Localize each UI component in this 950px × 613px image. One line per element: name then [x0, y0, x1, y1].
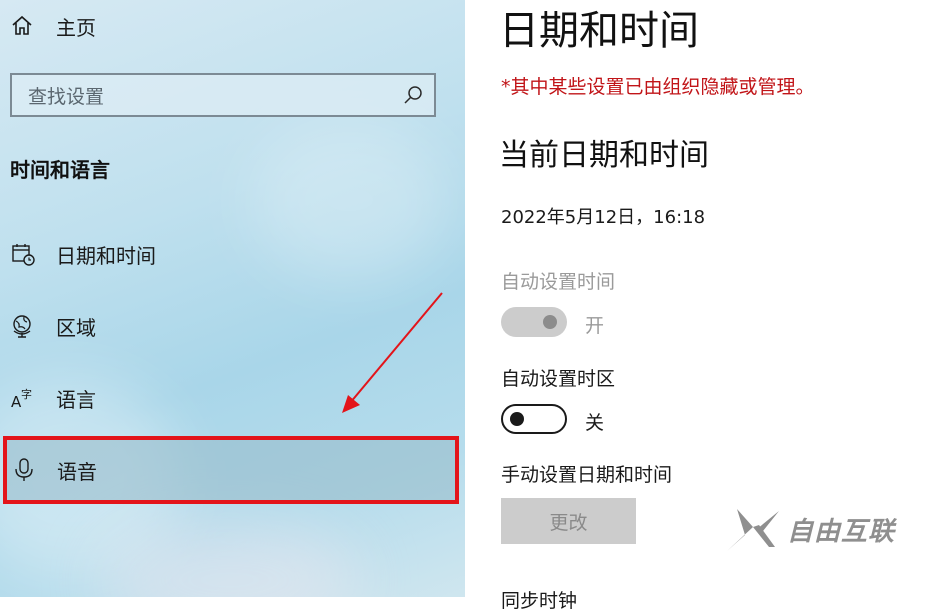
auto-time-label: 自动设置时间: [501, 271, 616, 293]
auto-time-toggle[interactable]: [501, 307, 567, 337]
svg-text:字: 字: [21, 387, 32, 401]
watermark-text: 自由互联: [787, 516, 896, 547]
sidebar-item-label: 区域: [56, 315, 96, 340]
auto-timezone-toggle[interactable]: [501, 404, 567, 434]
current-datetime-heading: 当前日期和时间: [499, 138, 709, 173]
calendar-clock-icon: [12, 244, 35, 266]
annotation-arrow: [342, 292, 443, 413]
toggle-knob: [510, 412, 524, 426]
sidebar-item-label: 语音: [57, 459, 97, 484]
page-title: 日期和时间: [499, 8, 699, 54]
sidebar-item-label: 日期和时间: [56, 243, 156, 268]
globe-region-icon: [13, 315, 31, 338]
manual-datetime-label: 手动设置日期和时间: [501, 464, 673, 486]
sync-clock-label: 同步时钟: [501, 590, 578, 612]
sidebar-item-date-time[interactable]: 日期和时间: [0, 222, 465, 286]
auto-timezone-state: 关: [585, 412, 605, 434]
search-placeholder: 查找设置: [28, 85, 105, 108]
watermark-logo: 自由互联: [723, 505, 895, 553]
policy-notice: *其中某些设置已由组织隐藏或管理。: [501, 76, 815, 98]
change-datetime-button[interactable]: 更改: [501, 498, 636, 544]
auto-time-state: 开: [585, 315, 605, 337]
search-icon[interactable]: [402, 84, 424, 106]
auto-timezone-label: 自动设置时区: [501, 368, 616, 390]
current-datetime-value: 2022年5月12日，16:18: [501, 207, 706, 228]
home-nav-item[interactable]: 主页: [10, 10, 96, 42]
microphone-icon: [15, 458, 33, 481]
settings-sidebar: 主页 查找设置 时间和语言 日期和时间 区域 A 字 语言 语音: [0, 0, 465, 597]
section-title: 时间和语言: [10, 158, 110, 182]
sidebar-item-label: 语言: [56, 387, 96, 412]
watermark-x-icon: [727, 509, 779, 551]
home-label: 主页: [56, 15, 96, 40]
search-input[interactable]: 查找设置: [10, 73, 436, 117]
toggle-knob: [543, 315, 557, 329]
sidebar-item-speech[interactable]: 语音: [3, 436, 459, 504]
home-icon: [12, 15, 32, 35]
language-icon: A 字: [11, 387, 32, 411]
